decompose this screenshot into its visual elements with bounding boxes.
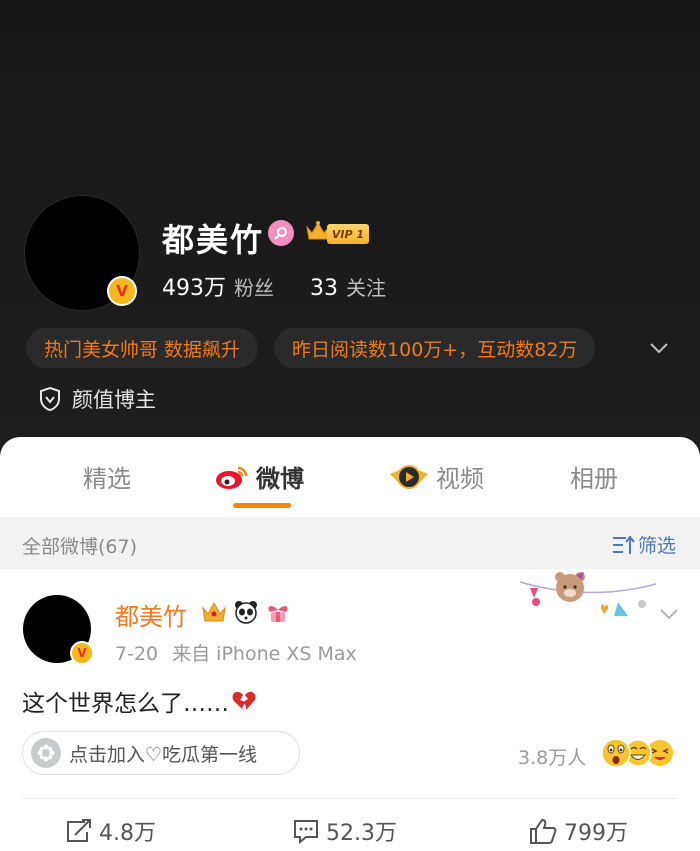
bear-bunting-decoration-icon	[519, 572, 657, 616]
gift-bow-icon	[268, 606, 288, 622]
weibo-icon	[216, 466, 248, 489]
hot-tag[interactable]: 热门美女帅哥 数据飙升	[26, 328, 259, 368]
repost-icon	[67, 819, 91, 842]
filter-button[interactable]: 筛选	[612, 531, 676, 558]
chevron-down-icon[interactable]	[648, 338, 670, 358]
broken-heart-icon	[232, 691, 256, 711]
active-tab-indicator	[233, 503, 291, 508]
blogger-type-label: 颜值博主	[72, 388, 156, 412]
tab-video[interactable]: 视频	[388, 459, 484, 494]
verified-badge-icon: V	[107, 276, 137, 306]
filter-icon	[613, 534, 635, 554]
crown-icon	[202, 601, 226, 622]
comment-button[interactable]: 52.3万	[292, 815, 397, 847]
vip-level-badge: VIP 1	[327, 224, 369, 244]
flower-icon	[31, 738, 61, 768]
profile-name: 都美竹	[162, 221, 265, 259]
thumbs-up-icon	[530, 818, 557, 844]
video-icon	[390, 464, 428, 489]
reading-stats-tag[interactable]: 昨日阅读数100万+，互动数82万	[274, 328, 596, 368]
post-text: 这个世界怎么了……	[22, 691, 229, 717]
post-divider	[22, 798, 678, 799]
following-label[interactable]: 关注	[346, 272, 386, 301]
like-button[interactable]: 799万	[528, 815, 628, 847]
comment-icon	[294, 820, 318, 844]
post-author-name[interactable]: 都美竹	[115, 597, 187, 632]
verified-badge-icon: V	[70, 641, 94, 665]
reaction-emoji-icons[interactable]	[600, 737, 678, 769]
post-source: 来自 iPhone XS Max	[172, 643, 357, 665]
comment-count: 52.3万	[326, 821, 397, 846]
followers-label[interactable]: 粉丝	[234, 272, 274, 301]
blogger-type[interactable]: 颜值博主	[38, 384, 156, 414]
repost-button[interactable]: 4.8万	[65, 815, 156, 847]
topic-join-pill[interactable]: 点击加入♡吃瓜第一线	[22, 731, 300, 775]
followers-count[interactable]: 493万	[162, 270, 226, 302]
topic-label: 点击加入♡吃瓜第一线	[69, 743, 258, 766]
profile-header: V 都美竹 VIP 1 493万 粉丝 33 关注 热门美女帅哥 数据飙升 昨日…	[0, 0, 700, 455]
profile-stats: 493万 粉丝 33 关注	[162, 270, 386, 302]
tab-featured[interactable]: 精选	[83, 459, 131, 494]
female-gender-icon	[268, 220, 294, 246]
tab-album[interactable]: 相册	[570, 459, 618, 494]
post-meta: 7-20 来自 iPhone XS Max	[115, 639, 357, 666]
post-date: 7-20	[115, 643, 159, 665]
repost-count: 4.8万	[99, 821, 156, 846]
panda-icon	[235, 601, 257, 624]
like-count: 799万	[564, 821, 628, 846]
post-author-badges	[200, 598, 296, 626]
shield-icon	[40, 386, 60, 412]
tab-weibo[interactable]: 微博	[214, 459, 304, 494]
feed-filter-bar: 全部微博(67) 筛选	[0, 517, 700, 569]
profile-tab-bar: 精选 微博 视频 相册	[0, 437, 700, 517]
post-content[interactable]: 这个世界怎么了……	[22, 684, 257, 718]
post-count-label: 全部微博(67)	[22, 536, 138, 558]
profile-tags: 热门美女帅哥 数据飙升 昨日阅读数100万+，互动数82万	[26, 328, 611, 368]
reaction-count: 3.8万人	[518, 747, 587, 769]
chevron-down-icon[interactable]	[658, 605, 680, 623]
post-card[interactable]: V 都美竹 7-20 来自 iPhone XS Max 这个世界怎么了…… 点击…	[0, 569, 700, 851]
following-count[interactable]: 33	[310, 276, 338, 301]
